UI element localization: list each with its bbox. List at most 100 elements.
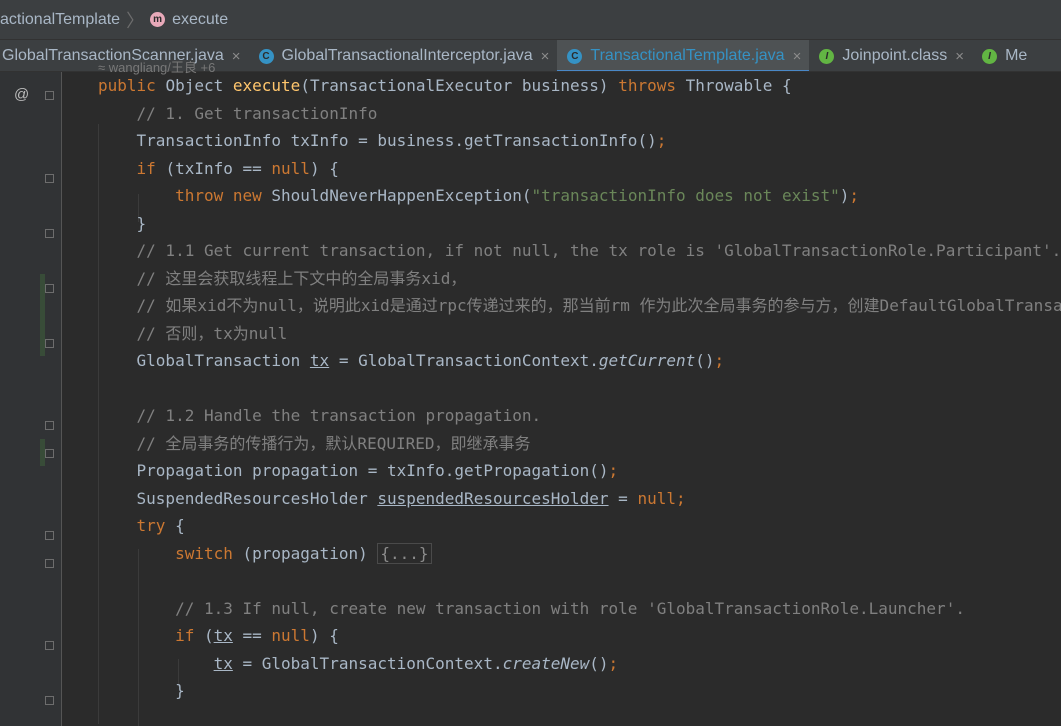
code-token: "transactionInfo does not exist" — [531, 186, 840, 205]
fold-icon[interactable] — [45, 641, 54, 650]
class-icon: C — [567, 48, 583, 64]
code-token: ) { — [309, 158, 339, 178]
code-line[interactable]: // 全局事务的传播行为，默认REQUIRED，即继承事务 — [98, 430, 1061, 458]
code-line[interactable]: try { — [98, 512, 1061, 540]
code-editor[interactable]: public Object execute(TransactionalExecu… — [98, 72, 1061, 705]
code-token: // 1.3 If null, create new transaction w… — [175, 598, 965, 618]
code-line[interactable]: // 如果xid不为null，说明此xid是通过rpc传递过来的，那当前rm 作… — [98, 292, 1061, 320]
class-icon: C — [258, 48, 274, 64]
code-line[interactable]: throw new ShouldNeverHappenException("tr… — [98, 182, 1061, 210]
code-token: = — [608, 488, 638, 508]
close-icon[interactable]: × — [793, 48, 802, 65]
fold-icon[interactable] — [45, 531, 54, 540]
code-line[interactable]: } — [98, 677, 1061, 705]
code-line[interactable] — [98, 375, 1061, 403]
gutter-divider — [61, 72, 62, 726]
code-line[interactable] — [98, 567, 1061, 595]
code-line[interactable]: SuspendedResourcesHolder suspendedResour… — [98, 485, 1061, 513]
fold-icon[interactable] — [45, 229, 54, 238]
code-token: // 全局事务的传播行为，默认REQUIRED，即继承事务 — [136, 433, 531, 453]
code-token: TransactionInfo txInfo = business.getTra… — [98, 131, 657, 150]
code-token: try — [136, 516, 176, 535]
interface-icon: I — [819, 48, 835, 64]
fold-icon[interactable] — [45, 696, 54, 705]
breadcrumb-method-label: execute — [172, 10, 229, 28]
code-line[interactable]: } — [98, 210, 1061, 238]
tab-label: Me — [1005, 47, 1028, 64]
code-line[interactable]: // 1.3 If null, create new transaction w… — [98, 595, 1061, 623]
code-line[interactable]: if (txInfo == null) { — [98, 155, 1061, 183]
code-token: Object — [165, 76, 233, 95]
fold-icon[interactable] — [45, 421, 54, 430]
tab-globaltransactionalinterceptor[interactable]: C GlobalTransactionalInterceptor.java × — [249, 40, 558, 71]
code-token: public — [98, 76, 166, 95]
code-token: ; — [714, 351, 725, 370]
code-token: ; — [656, 131, 667, 150]
code-token: ( — [203, 626, 214, 645]
code-line[interactable]: // 1.2 Handle the transaction propagatio… — [98, 402, 1061, 430]
implements-annotation-icon[interactable]: @ — [14, 86, 29, 103]
code-line[interactable]: Propagation propagation = txInfo.getProp… — [98, 457, 1061, 485]
code-line[interactable]: // 这里会获取线程上下文中的全局事务xid， — [98, 265, 1061, 293]
code-token: null; — [637, 488, 686, 508]
code-token: GlobalTransaction — [98, 351, 310, 370]
code-token: } — [98, 213, 147, 233]
code-token: // 1.1 Get current transaction, if not n… — [136, 241, 1061, 260]
code-line[interactable]: // 否则，tx为null — [98, 320, 1061, 348]
code-token: ) { — [309, 626, 339, 645]
close-icon[interactable]: × — [955, 48, 964, 65]
code-token: = GlobalTransactionContext. — [232, 653, 503, 673]
breadcrumb-method[interactable]: m execute — [150, 0, 228, 40]
interface-icon: I — [982, 48, 998, 64]
fold-icon[interactable] — [45, 91, 54, 100]
folded-region[interactable]: {...} — [377, 542, 432, 564]
fold-icon[interactable] — [45, 339, 54, 348]
code-line[interactable]: tx = GlobalTransactionContext.createNew(… — [98, 650, 1061, 678]
code-token: Propagation propagation = txInfo.getProp… — [98, 461, 609, 480]
fold-icon[interactable] — [45, 174, 54, 183]
tab-transactionaltemplate[interactable]: C TransactionalTemplate.java × — [557, 40, 810, 71]
code-token: tx — [309, 351, 330, 370]
code-line[interactable]: TransactionInfo txInfo = business.getTra… — [98, 127, 1061, 155]
code-token: () — [695, 351, 715, 370]
tab-me[interactable]: I Me — [972, 40, 1035, 71]
code-token: ) — [839, 186, 850, 205]
code-line[interactable]: // 1.1 Get current transaction, if not n… — [98, 237, 1061, 265]
close-icon[interactable]: × — [541, 48, 550, 65]
code-token: ; — [608, 653, 619, 673]
breadcrumb-class[interactable]: sactionalTemplate — [0, 0, 120, 40]
code-token: (propagation) — [242, 543, 378, 563]
line-gutter[interactable] — [0, 72, 62, 726]
code-token: // 1. Get transactionInfo — [136, 103, 378, 123]
tab-joinpoint[interactable]: I Joinpoint.class × — [809, 40, 972, 71]
code-token: // 否则，tx为null — [136, 323, 288, 343]
method-icon: m — [150, 12, 166, 27]
code-token: (txInfo == — [165, 158, 272, 178]
code-line[interactable]: GlobalTransaction tx = GlobalTransaction… — [98, 347, 1061, 375]
code-line[interactable]: public Object execute(TransactionalExecu… — [98, 72, 1061, 100]
code-token: tx — [213, 626, 233, 645]
breadcrumb-class-label: sactionalTemplate — [0, 10, 121, 28]
code-token: tx — [213, 653, 233, 673]
code-token: SuspendedResourcesHolder — [98, 488, 378, 508]
code-line[interactable]: if (tx == null) { — [98, 622, 1061, 650]
code-line[interactable]: // 1. Get transactionInfo — [98, 100, 1061, 128]
fold-icon[interactable] — [45, 559, 54, 568]
code-token: ; — [849, 186, 860, 205]
breadcrumb: sactionalTemplate 〉 m execute — [0, 0, 1061, 40]
code-line[interactable]: switch (propagation) {...} — [98, 540, 1061, 568]
fold-icon[interactable] — [45, 449, 54, 458]
code-token: throw new — [175, 186, 272, 205]
close-icon[interactable]: × — [232, 48, 241, 65]
code-token: null — [271, 626, 310, 645]
code-token: // 1.2 Handle the transaction propagatio… — [136, 406, 542, 425]
fold-icon[interactable] — [45, 284, 54, 293]
